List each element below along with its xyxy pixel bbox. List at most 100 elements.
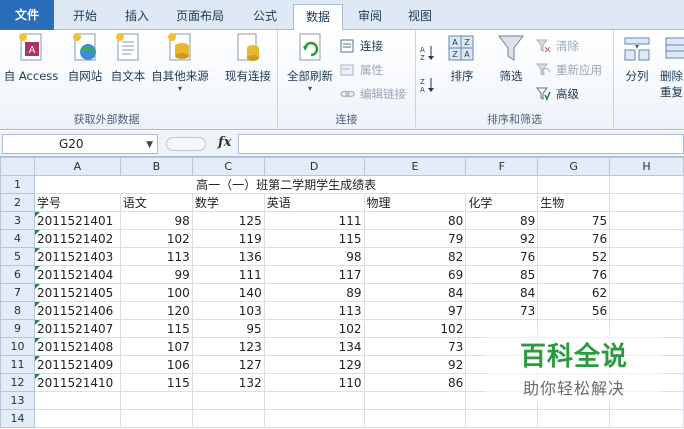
- header-cell[interactable]: 生物: [537, 193, 611, 212]
- row-header[interactable]: 13: [0, 391, 35, 410]
- column-header[interactable]: A: [33, 157, 121, 176]
- row-header[interactable]: 14: [0, 409, 35, 428]
- existing-connections-button[interactable]: 现有连接: [218, 32, 278, 94]
- score-cell[interactable]: 115: [119, 319, 193, 338]
- score-cell[interactable]: 99: [119, 265, 193, 284]
- cell[interactable]: [191, 391, 265, 410]
- score-cell[interactable]: 115: [119, 373, 193, 392]
- score-cell[interactable]: 89: [263, 283, 365, 302]
- column-header[interactable]: C: [191, 157, 265, 176]
- score-cell[interactable]: 100: [119, 283, 193, 302]
- score-cell[interactable]: 102: [363, 319, 467, 338]
- cell[interactable]: [263, 391, 365, 410]
- score-cell[interactable]: 89: [465, 211, 539, 230]
- column-header[interactable]: D: [263, 157, 365, 176]
- cell[interactable]: [609, 229, 684, 248]
- refresh-all-button[interactable]: 全部刷新 ▾: [282, 32, 338, 94]
- row-header[interactable]: 3: [0, 211, 35, 230]
- cell[interactable]: [609, 211, 684, 230]
- score-cell[interactable]: 76: [537, 229, 611, 248]
- score-cell[interactable]: 76: [465, 247, 539, 266]
- cell[interactable]: [33, 409, 121, 428]
- cell[interactable]: [363, 391, 467, 410]
- cell[interactable]: [263, 409, 365, 428]
- from-access-button[interactable]: A 自 Access: [0, 32, 62, 94]
- column-header[interactable]: G: [537, 157, 611, 176]
- score-cell[interactable]: 76: [537, 265, 611, 284]
- advanced-filter-button[interactable]: 高级: [535, 84, 579, 104]
- score-cell[interactable]: 95: [191, 319, 265, 338]
- score-cell[interactable]: 80: [363, 211, 467, 230]
- score-cell[interactable]: 79: [363, 229, 467, 248]
- score-cell[interactable]: 85: [465, 265, 539, 284]
- score-cell[interactable]: 110: [263, 373, 365, 392]
- row-header[interactable]: 5: [0, 247, 35, 266]
- edit-links-button[interactable]: 编辑链接: [340, 84, 406, 104]
- student-id-cell[interactable]: 2011521404: [33, 265, 121, 284]
- tab-formulas[interactable]: 公式: [240, 4, 290, 30]
- score-cell[interactable]: 106: [119, 355, 193, 374]
- score-cell[interactable]: 103: [191, 301, 265, 320]
- row-header[interactable]: 7: [0, 283, 35, 302]
- student-id-cell[interactable]: 2011521403: [33, 247, 121, 266]
- row-header[interactable]: 1: [0, 175, 35, 194]
- score-cell[interactable]: 113: [263, 301, 365, 320]
- score-cell[interactable]: 92: [465, 229, 539, 248]
- name-box[interactable]: G20 ▼: [2, 134, 158, 154]
- from-other-sources-button[interactable]: 自其他来源 ▾: [148, 32, 212, 94]
- properties-button[interactable]: 属性: [340, 60, 383, 80]
- score-cell[interactable]: 62: [537, 283, 611, 302]
- row-header[interactable]: 4: [0, 229, 35, 248]
- score-cell[interactable]: 134: [263, 337, 365, 356]
- header-cell[interactable]: 语文: [119, 193, 193, 212]
- row-header[interactable]: 2: [0, 193, 35, 212]
- score-cell[interactable]: 102: [263, 319, 365, 338]
- cell[interactable]: [537, 175, 611, 194]
- header-cell[interactable]: 数学: [191, 193, 265, 212]
- sort-descending-button[interactable]: ZA: [420, 74, 438, 94]
- row-header[interactable]: 9: [0, 319, 35, 338]
- chevron-down-icon[interactable]: ▼: [146, 136, 153, 154]
- from-text-button[interactable]: 自文本: [106, 32, 150, 94]
- student-id-cell[interactable]: 2011521402: [33, 229, 121, 248]
- score-cell[interactable]: 56: [537, 301, 611, 320]
- filter-button[interactable]: 筛选: [490, 32, 532, 94]
- student-id-cell[interactable]: 2011521407: [33, 319, 121, 338]
- score-cell[interactable]: 129: [263, 355, 365, 374]
- header-cell[interactable]: 化学: [465, 193, 539, 212]
- student-id-cell[interactable]: 2011521401: [33, 211, 121, 230]
- score-cell[interactable]: 125: [191, 211, 265, 230]
- score-cell[interactable]: 117: [263, 265, 365, 284]
- score-cell[interactable]: 127: [191, 355, 265, 374]
- score-cell[interactable]: 102: [119, 229, 193, 248]
- cell[interactable]: [609, 193, 684, 212]
- header-cell[interactable]: 物理: [363, 193, 467, 212]
- score-cell[interactable]: 132: [191, 373, 265, 392]
- student-id-cell[interactable]: 2011521408: [33, 337, 121, 356]
- score-cell[interactable]: 107: [119, 337, 193, 356]
- cell[interactable]: [119, 391, 193, 410]
- sort-button[interactable]: AZZA 排序: [442, 32, 482, 94]
- sort-ascending-button[interactable]: AZ: [420, 42, 438, 62]
- cell[interactable]: [33, 391, 121, 410]
- score-cell[interactable]: 75: [537, 211, 611, 230]
- tab-home[interactable]: 开始: [60, 4, 110, 30]
- score-cell[interactable]: 123: [191, 337, 265, 356]
- score-cell[interactable]: 82: [363, 247, 467, 266]
- score-cell[interactable]: 52: [537, 247, 611, 266]
- score-cell[interactable]: 111: [191, 265, 265, 284]
- tab-file[interactable]: 文件: [0, 0, 54, 30]
- remove-duplicates-button[interactable]: 删除 重复: [660, 32, 684, 99]
- cell[interactable]: [609, 301, 684, 320]
- cell[interactable]: [363, 409, 467, 428]
- score-cell[interactable]: 115: [263, 229, 365, 248]
- score-cell[interactable]: 73: [363, 337, 467, 356]
- cell[interactable]: [191, 409, 265, 428]
- cell[interactable]: [609, 247, 684, 266]
- column-header[interactable]: H: [609, 157, 684, 176]
- header-cell[interactable]: 英语: [263, 193, 365, 212]
- row-header[interactable]: 8: [0, 301, 35, 320]
- score-cell[interactable]: 120: [119, 301, 193, 320]
- text-to-columns-button[interactable]: 分列: [616, 32, 658, 94]
- score-cell[interactable]: 86: [363, 373, 467, 392]
